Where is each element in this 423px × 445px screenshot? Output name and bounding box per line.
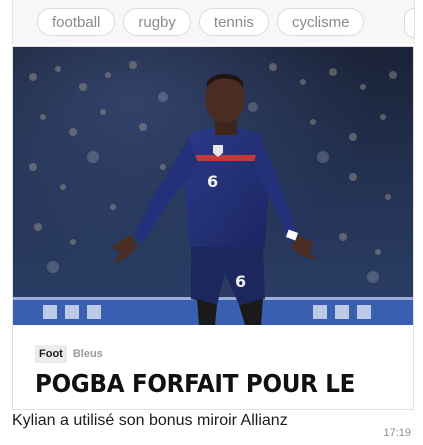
chip-cyclisme[interactable]: cyclisme — [276, 8, 365, 36]
chip-next-partial[interactable] — [404, 8, 414, 38]
svg-text:6: 6 — [207, 172, 218, 191]
article-card[interactable]: 6 6 Foot Bleus POGBA FORFAIT POUR LE — [12, 46, 414, 410]
subcategory-tag: Bleus — [72, 348, 103, 360]
message-timestamp: 17:19 — [383, 427, 411, 439]
chip-tennis[interactable]: tennis — [198, 8, 269, 36]
chat-screen: football rugby tennis cyclisme 6 6 Foot … — [0, 0, 423, 445]
article-photo: 6 6 — [13, 47, 413, 325]
chip-football[interactable]: football — [37, 8, 116, 36]
category-tag: Foot — [35, 345, 67, 363]
article-headline: POGBA FORFAIT POUR LE — [35, 369, 356, 398]
sport-filter-bar: football rugby tennis cyclisme — [12, 0, 415, 44]
chip-rugby[interactable]: rugby — [123, 8, 191, 36]
svg-text:6: 6 — [235, 272, 246, 291]
article-meta: Foot Bleus — [35, 345, 103, 363]
message-text: Kylian a utilisé son bonus miroir Allian… — [12, 412, 288, 429]
